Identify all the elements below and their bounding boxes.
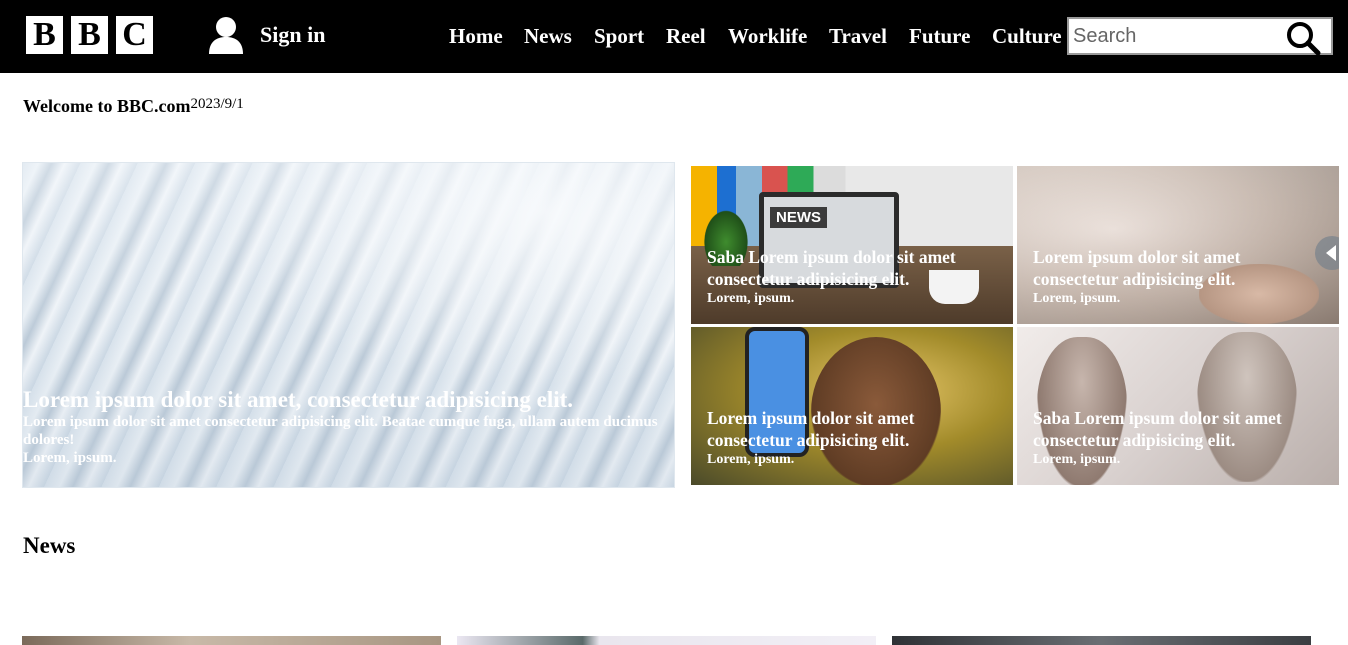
nav-future[interactable]: Future xyxy=(909,22,970,50)
hero-tag: Lorem, ipsum. xyxy=(23,450,117,466)
news-badge: NEWS xyxy=(770,207,827,228)
search-input[interactable] xyxy=(1073,21,1273,51)
logo-letter: C xyxy=(116,16,153,54)
sign-in-button[interactable]: Sign in xyxy=(208,16,325,54)
hero-caption: Lorem ipsum dolor sit amet, consectetur … xyxy=(23,387,663,467)
welcome-line: Welcome to BBC.com2023/9/1 xyxy=(23,96,244,117)
card-headline[interactable]: Saba Lorem ipsum dolor sit amet consecte… xyxy=(707,246,1003,290)
sign-in-label: Sign in xyxy=(260,22,326,47)
card-tag: Lorem, ipsum. xyxy=(1033,291,1121,306)
card-headline[interactable]: Saba Lorem ipsum dolor sit amet consecte… xyxy=(1033,407,1329,451)
card-tag: Lorem, ipsum. xyxy=(707,291,795,306)
card-tag: Lorem, ipsum. xyxy=(1033,452,1121,467)
news-thumbnail[interactable] xyxy=(22,636,441,645)
story-card[interactable]: Lorem ipsum dolor sit amet consectetur a… xyxy=(691,327,1013,485)
hero-headline[interactable]: Lorem ipsum dolor sit amet, consectetur … xyxy=(23,387,663,413)
card-caption: Lorem ipsum dolor sit amet consectetur a… xyxy=(1033,246,1329,308)
card-headline[interactable]: Lorem ipsum dolor sit amet consectetur a… xyxy=(707,407,1003,451)
nav-culture[interactable]: Culture xyxy=(992,22,1062,50)
logo-letter: B xyxy=(71,16,108,54)
search-icon[interactable] xyxy=(1285,21,1321,56)
story-card[interactable]: Saba Lorem ipsum dolor sit amet consecte… xyxy=(1017,327,1339,485)
site-header: B B C Sign in Home News Sport Reel Workl… xyxy=(0,0,1348,73)
user-icon xyxy=(208,16,244,54)
story-card[interactable]: NEWS Saba Lorem ipsum dolor sit amet con… xyxy=(691,166,1013,324)
card-headline[interactable]: Lorem ipsum dolor sit amet consectetur a… xyxy=(1033,246,1329,290)
welcome-date: 2023/9/1 xyxy=(190,96,244,112)
news-thumbnail[interactable] xyxy=(457,636,876,645)
welcome-title: Welcome to BBC.com xyxy=(23,96,191,116)
nav-travel[interactable]: Travel xyxy=(829,22,887,50)
news-thumbnail[interactable] xyxy=(892,636,1311,645)
card-caption: Saba Lorem ipsum dolor sit amet consecte… xyxy=(707,246,1003,308)
hero-summary: Lorem ipsum dolor sit amet consectetur a… xyxy=(23,414,658,448)
card-tag: Lorem, ipsum. xyxy=(707,452,795,467)
nav-reel[interactable]: Reel xyxy=(666,22,706,50)
story-card[interactable]: Lorem ipsum dolor sit amet consectetur a… xyxy=(1017,166,1339,324)
search-box xyxy=(1067,17,1333,56)
nav-news[interactable]: News xyxy=(524,22,572,50)
nav-worklife[interactable]: Worklife xyxy=(728,22,807,50)
news-section-title: News xyxy=(23,533,76,558)
logo-letter: B xyxy=(26,16,63,54)
card-caption: Saba Lorem ipsum dolor sit amet consecte… xyxy=(1033,407,1329,469)
nav-home[interactable]: Home xyxy=(449,22,503,50)
hero-story[interactable]: Lorem ipsum dolor sit amet, consectetur … xyxy=(22,162,675,488)
bbc-logo[interactable]: B B C xyxy=(26,16,153,54)
nav-sport[interactable]: Sport xyxy=(594,22,644,50)
card-caption: Lorem ipsum dolor sit amet consectetur a… xyxy=(707,407,1003,469)
